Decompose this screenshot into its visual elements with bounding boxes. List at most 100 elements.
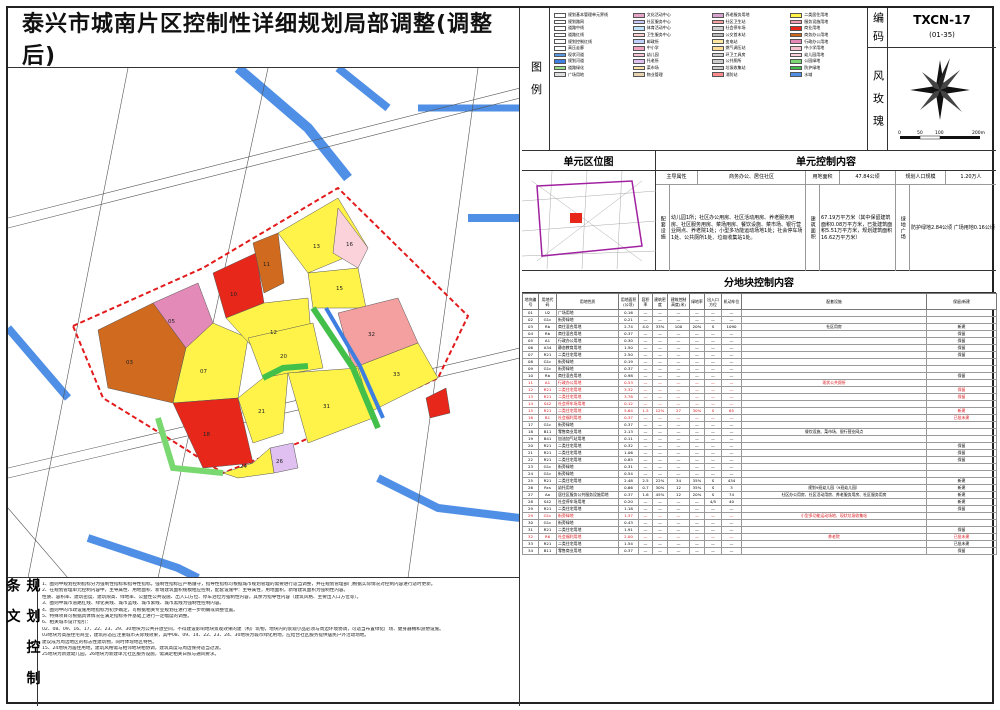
table-cell: — <box>652 512 668 520</box>
table-row[interactable]: 30 G1c 街旁绿地 0.43— — — — — — <box>522 519 997 527</box>
table-row[interactable]: 03 Rb 商住混合用地 2.74 4.0 33% 100 20% S 1090 社区用房 新建 <box>522 323 997 331</box>
table-cell: — <box>638 358 653 366</box>
legend-item: 现状河道 <box>554 52 630 59</box>
table-cell: 0.16 <box>618 309 639 317</box>
table-row[interactable]: 34 B11 零售商业用地 0.37— — — — — — 保留 <box>522 547 997 555</box>
map-svg[interactable]: 03 05 07 10 11 12 13 15 16 32 33 20 31 1… <box>8 68 520 578</box>
table-cell: — <box>721 316 742 324</box>
legend-item: 消防站 <box>711 71 788 78</box>
table-row[interactable]: 04 Rb 商住混合用地 0.37— — — — — — 保留 <box>522 330 997 338</box>
unit-location-map[interactable] <box>521 170 657 270</box>
legend-item: 社区服务中心 <box>632 19 709 26</box>
facility-text: 幼儿园1所；社区办公用房、社区活动用房、养老服务用房、社区服务用房、菜场用房、餐… <box>670 185 806 271</box>
parcel-header: 用地面积(公顷) <box>618 293 639 310</box>
table-cell: — <box>638 505 653 513</box>
table-cell <box>741 316 927 324</box>
legend-title: 图 例 <box>522 8 550 151</box>
legend-item: 商业用地 <box>790 25 866 32</box>
table-cell: 行政办公用地 <box>556 337 619 345</box>
table-row[interactable]: 21 R21 二类住宅用地 1.06— — — — — — 保留 <box>522 449 997 457</box>
table-row[interactable]: 10 Rb 商住混合用地 0.98— — — — — — 保留 <box>522 372 997 380</box>
unit-control-grid: 主导属性 商务办公、居住社区 用地面积 47.84公顷 规划人口规模 1.20万… <box>656 171 996 271</box>
table-cell <box>741 372 927 380</box>
table-row[interactable]: 29 R21 二类住宅用地 1.18— — — — — — 保留 <box>522 505 997 513</box>
legend-item: 服务设施用地 <box>790 19 866 26</box>
legend-swatch <box>632 13 645 18</box>
table-cell: 07 <box>522 351 539 359</box>
table-row[interactable]: 02 G1c 街旁绿地 0.21— — — — — — <box>522 316 997 324</box>
table-cell: 二类住宅用地 <box>556 407 619 415</box>
table-row[interactable]: 11 A1 行政办公用地 0.53— — — — — — 现状公共厕所 <box>522 379 997 387</box>
table-row[interactable]: 14 S42 社会停车场用地 0.12— — — — — — <box>522 400 997 408</box>
table-row[interactable]: 07 R21 二类住宅用地 2.50— — — — — — 保留 <box>522 351 997 359</box>
unit-location-panel: 单元区位图 <box>521 151 657 271</box>
table-row[interactable]: 18 B11 零售商业用地 2.13— — — — — — 餐饮设施、菜市场、银行营业网点 <box>522 428 997 436</box>
table-row[interactable]: 22 R21 二类住宅用地 0.85— — — — — — 保留 <box>522 456 997 464</box>
table-cell <box>741 407 927 415</box>
table-row[interactable]: 29 G1c 街旁绿地 1.37— — — — — — 小型多功能运动场地、现状垃圾收集站 <box>522 512 997 520</box>
table-cell: — <box>667 414 690 422</box>
legend-item: 环卫工具房 <box>711 52 788 59</box>
table-row[interactable]: 27 Aa 居住区服务公共服务设施用地 0.37 1.6 45% 12 20% S 74 社区办公用… <box>522 491 997 499</box>
table-cell <box>926 365 997 373</box>
table-cell: — <box>638 330 653 338</box>
table-row[interactable]: 01 U2 广场用地 0.16— — — — — — <box>522 309 997 317</box>
table-row[interactable]: 23 G1c 街旁绿地 0.31— — — — — — <box>522 463 997 471</box>
table-cell: 保留 <box>926 330 997 338</box>
table-row[interactable]: 05 A1 行政办公用地 0.30— — — — — — 保留 <box>522 337 997 345</box>
table-cell: 14 <box>522 400 539 408</box>
table-row[interactable]: 20 R21 二类住宅用地 0.32— — — — — — 保留 <box>522 442 997 450</box>
table-row[interactable]: 12 R21 二类住宅用地 3.32— — — — — — 保留 <box>522 386 997 394</box>
table-row[interactable]: 19 B41 加油加气站用地 0.11— — — — — — <box>522 435 997 443</box>
table-row[interactable]: 06 A34 静态教育用地 1.50— — — — — — 保留 <box>522 344 997 352</box>
label-21: 21 <box>258 409 265 415</box>
legend-label: 中小学用地 <box>804 45 825 51</box>
table-cell: — <box>689 414 705 422</box>
legend-swatch <box>790 13 803 18</box>
table-row[interactable]: 17 G1c 街旁绿地 0.37— — — — — — <box>522 421 997 429</box>
table-cell: 保留 <box>926 351 997 359</box>
table-row[interactable]: 31 R21 二类住宅用地 1.91— — — — — — 保留 <box>522 526 997 534</box>
table-row[interactable]: 26 Rcs 幼托用地 0.66 0.7 30% 12 35% S 3 规划9班幼儿园（9班幼儿园）… <box>522 484 997 492</box>
table-cell: R6 <box>538 533 557 541</box>
legend-swatch <box>632 32 645 38</box>
table-row[interactable]: 28 S42 社会停车场用地 0.20— — — —4/5 40 新建 <box>522 498 997 506</box>
table-cell: 34 <box>667 477 690 485</box>
legend-label: 道路红线 <box>568 32 584 38</box>
parcel-26[interactable] <box>269 442 299 474</box>
legend-swatch <box>711 13 724 18</box>
table-cell: — <box>689 470 705 478</box>
table-cell: 保留 <box>926 372 997 380</box>
legend-item: 道路红线 <box>554 32 630 39</box>
label-11: 11 <box>263 262 270 268</box>
table-row[interactable]: 24 G1c 街旁绿地 0.54— — — — — — <box>522 470 997 478</box>
table-cell <box>926 421 997 429</box>
table-row[interactable]: 13 R21 二类住宅用地 3.78— — — — — — 保留 <box>522 393 997 401</box>
planning-map[interactable]: 03 05 07 10 11 12 13 15 16 32 33 20 31 1… <box>8 68 520 578</box>
table-cell: 保留 <box>926 547 997 555</box>
table-row[interactable]: 16 B1 社会福利用地 0.37— — — — — — 已批未建 <box>522 414 997 422</box>
table-row[interactable]: 25 R21 二类住宅用地 2.48 2.5 22% 34 35% S 434 新建 <box>522 477 997 485</box>
table-row[interactable]: 09 G1c 街旁绿地 0.37— — — — — — <box>522 365 997 373</box>
code-panel: 编 码 TXCN-17 (01-35) 风 玫 瑰 0 50 100 200m <box>868 8 996 151</box>
table-cell: 15 <box>522 407 539 415</box>
table-row[interactable]: 32 R6 社会福利用地 2.00— — — — — — 养老院 已批未建 <box>522 533 997 541</box>
table-cell: G1c <box>538 421 557 429</box>
table-row[interactable]: 08 G1c 街旁绿地 0.19— — — — — — <box>522 358 997 366</box>
label-10: 10 <box>230 292 237 298</box>
unit-control-panel: 单元控制内容 主导属性 商务办公、居住社区 用地面积 47.84公顷 规划人口规… <box>656 151 996 271</box>
table-cell: 保留 <box>926 386 997 394</box>
parcel-header: 用地性质 <box>556 293 619 310</box>
table-cell: B11 <box>538 428 557 436</box>
table-cell: — <box>689 393 705 401</box>
table-row[interactable]: 15 R21 二类住宅用地 5.64 1.5 12% 27 30% S 65 新建 <box>522 407 997 415</box>
table-cell: 16 <box>522 414 539 422</box>
legend-item: 养老服务用地 <box>711 12 788 19</box>
table-cell: — <box>638 519 653 527</box>
table-cell: 22% <box>652 477 668 485</box>
table-cell: Rb <box>538 323 557 331</box>
table-cell: — <box>667 330 690 338</box>
table-cell <box>926 358 997 366</box>
table-cell: 17 <box>522 421 539 429</box>
table-row[interactable]: 33 R21 二类住宅用地 1.54— — — — — — 已批未建 <box>522 540 997 548</box>
